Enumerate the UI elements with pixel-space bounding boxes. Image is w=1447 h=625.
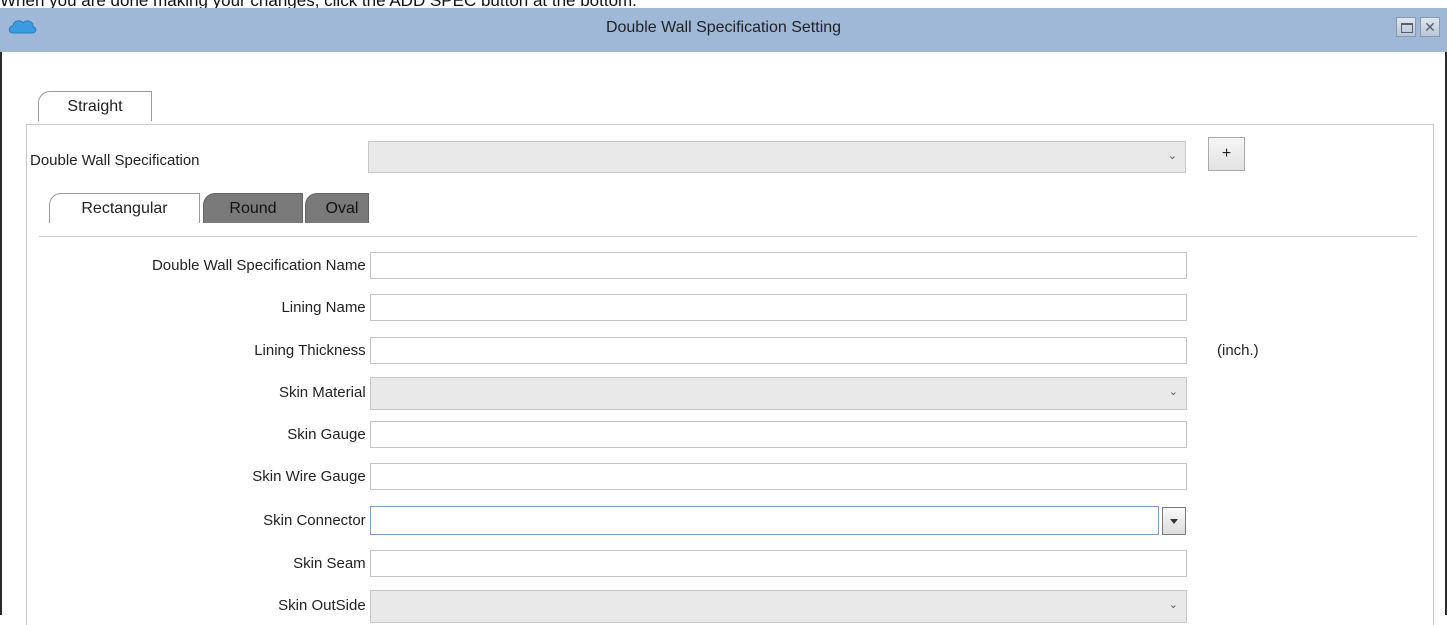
- skin-gauge-input[interactable]: [370, 421, 1187, 448]
- tab-oval-label: Oval: [325, 200, 359, 217]
- title-bar[interactable]: Double Wall Specification Setting ✕: [0, 8, 1447, 52]
- tab-oval[interactable]: Oval: [305, 193, 369, 223]
- lining-name-label: Lining Name :: [281, 299, 374, 316]
- skin-gauge-label: Skin Gauge :: [287, 426, 374, 443]
- tab-round-label: Round: [229, 200, 277, 217]
- spec-name-label: Double Wall Specification Name :: [151, 257, 374, 274]
- skin-connector-dropdown-button[interactable]: [1162, 507, 1186, 535]
- tab-round[interactable]: Round: [203, 193, 303, 223]
- dialog-body: Straight Double Wall Specification ⌄ + R…: [0, 52, 1447, 625]
- lining-thickness-label: Lining Thickness :: [254, 342, 374, 359]
- lining-name-input[interactable]: [370, 294, 1187, 321]
- window-title: Double Wall Specification Setting: [605, 19, 842, 36]
- tab-rectangular-label: Rectangular: [81, 200, 168, 217]
- skin-material-label: Skin Material :: [278, 384, 374, 401]
- close-button[interactable]: ✕: [1420, 17, 1440, 37]
- skin-outside-combo[interactable]: ⌄: [370, 590, 1187, 623]
- lining-thickness-unit: (inch.): [1217, 342, 1259, 359]
- skin-seam-input[interactable]: [370, 550, 1187, 577]
- skin-material-combo[interactable]: ⌄: [370, 377, 1187, 410]
- skin-seam-label: Skin Seam :: [293, 555, 374, 572]
- tab-straight-label: Straight: [67, 98, 123, 115]
- shape-tab-divider: [39, 236, 1417, 237]
- close-icon: ✕: [1424, 19, 1436, 35]
- skin-connector-label: Skin Connector :: [263, 512, 374, 529]
- spec-selector-label: Double Wall Specification: [30, 152, 200, 169]
- skin-connector-input[interactable]: [370, 506, 1159, 535]
- spec-name-input[interactable]: [370, 252, 1187, 279]
- chevron-down-icon: ⌄: [1168, 599, 1178, 611]
- maximize-button[interactable]: [1396, 17, 1416, 37]
- skin-wire-gauge-input[interactable]: [370, 463, 1187, 490]
- add-spec-button[interactable]: +: [1208, 137, 1245, 171]
- tab-rectangular[interactable]: Rectangular: [49, 193, 200, 223]
- dialog-window: Double Wall Specification Setting ✕ Stra…: [0, 8, 1447, 625]
- chevron-down-icon: ⌄: [1167, 150, 1177, 162]
- tab-straight[interactable]: Straight: [38, 91, 152, 121]
- skin-outside-label: Skin OutSide :: [278, 597, 374, 614]
- skin-wire-gauge-label: Skin Wire Gauge :: [252, 468, 374, 485]
- spec-selector-combo[interactable]: ⌄: [368, 141, 1186, 173]
- chevron-down-icon: ⌄: [1168, 386, 1178, 398]
- lining-thickness-input[interactable]: [370, 337, 1187, 364]
